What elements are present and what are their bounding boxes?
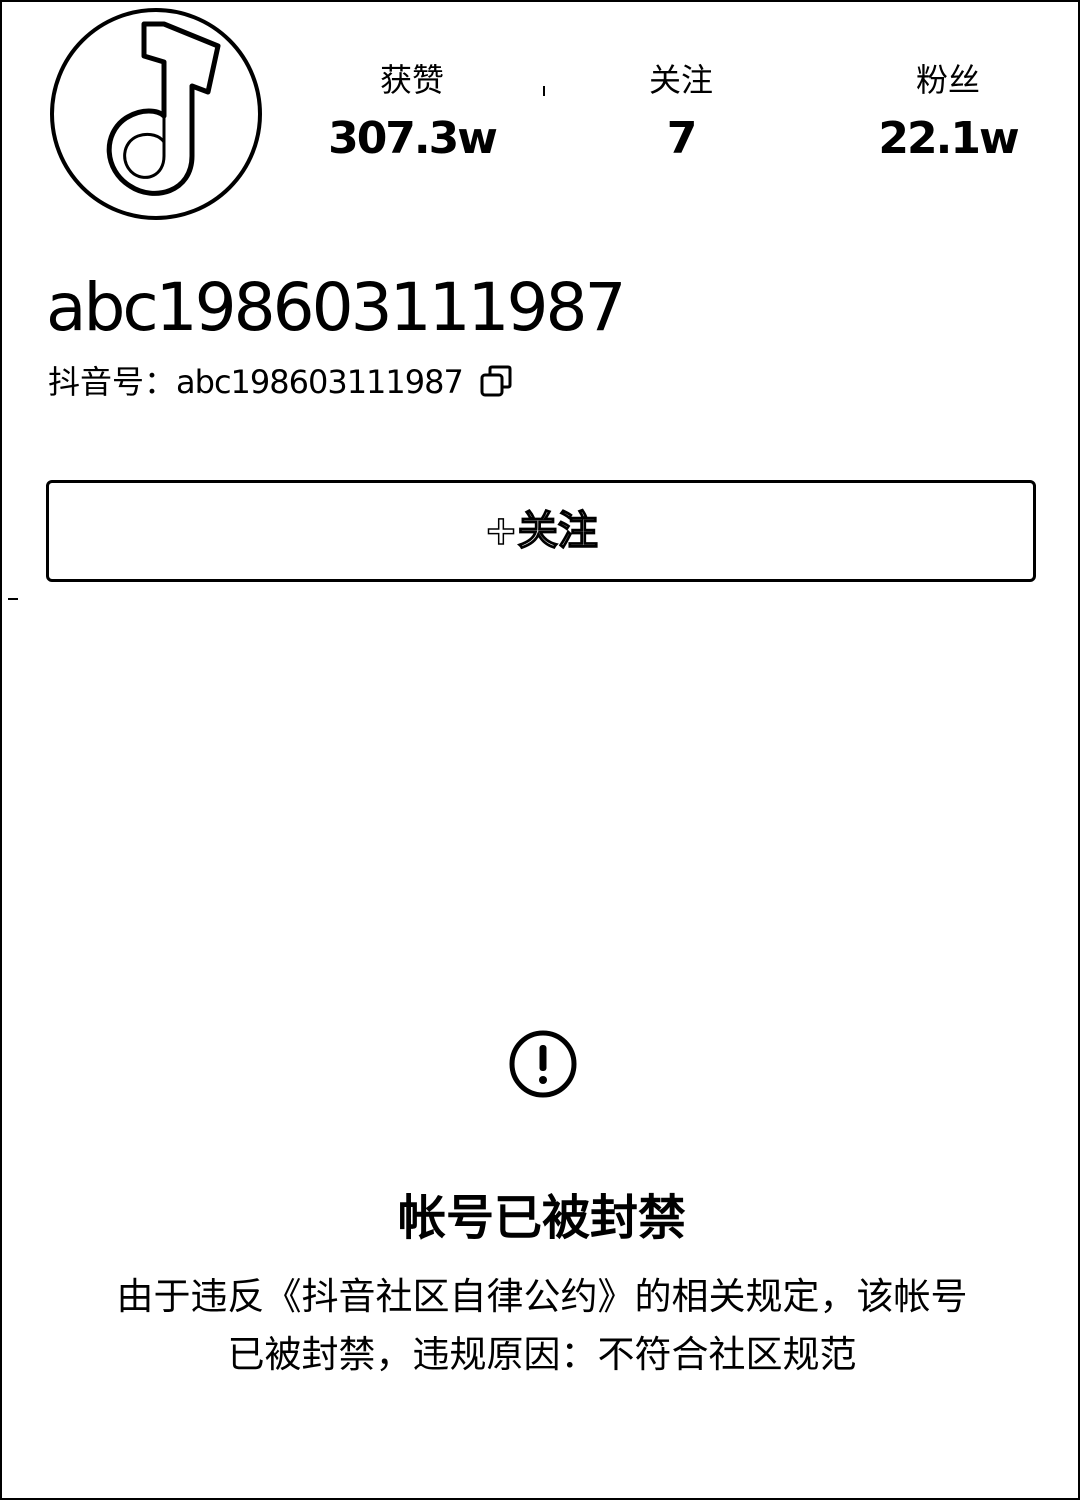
account-id-value: abc198603111987 <box>176 363 464 401</box>
following-count: 7 <box>666 113 698 164</box>
account-id-label: 抖音号： <box>48 363 177 401</box>
follow-button-label: +关注 <box>483 507 598 555</box>
exclamation-circle-icon <box>509 1030 577 1098</box>
ban-title: 帐号已被封禁 <box>397 1190 686 1246</box>
follow-button[interactable]: +关注 <box>46 480 1036 582</box>
ban-message-line-2: 已被封禁，违规原因：不符合社区规范 <box>227 1333 857 1376</box>
ban-message: 由于违反《抖音社区自律公约》的相关规定，该帐号 已被封禁，违规原因：不符合社区规… <box>82 1268 1002 1384</box>
username: abc198603111987 <box>46 269 627 346</box>
avatar[interactable] <box>46 6 266 222</box>
stats-bar: 获赞 307.3w 关注 7 粉丝 22.1w <box>277 60 1077 170</box>
fans-count: 22.1w <box>878 113 1019 164</box>
edge-tick <box>8 598 18 600</box>
stat-divider <box>543 86 545 96</box>
profile-page: 获赞 307.3w 关注 7 粉丝 22.1w abc198603111987 … <box>0 0 1080 1500</box>
copy-icon[interactable] <box>479 364 515 400</box>
following-label: 关注 <box>648 61 713 99</box>
ban-message-line-1: 由于违反《抖音社区自律公约》的相关规定，该帐号 <box>116 1275 968 1318</box>
likes-label: 获赞 <box>379 61 444 99</box>
stat-following[interactable]: 关注 7 <box>581 60 781 164</box>
fans-label: 粉丝 <box>915 61 980 99</box>
stat-fans[interactable]: 粉丝 22.1w <box>848 60 1048 164</box>
likes-count: 307.3w <box>328 113 498 164</box>
music-note-icon <box>50 8 262 220</box>
account-id-row: 抖音号： abc198603111987 <box>48 358 515 406</box>
stat-likes[interactable]: 获赞 307.3w <box>312 60 512 164</box>
